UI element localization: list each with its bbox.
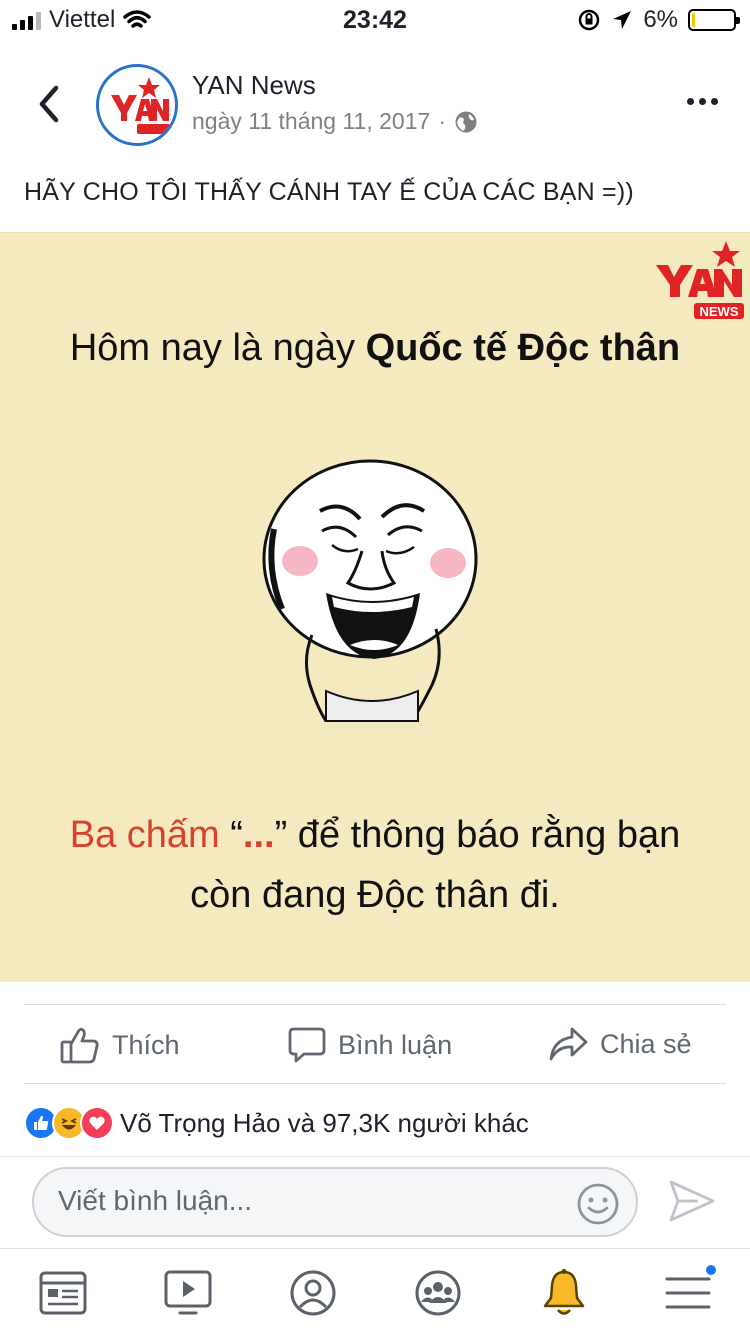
image-line-1: Ba chấm “...” để thông báo rằng bạn: [0, 805, 750, 865]
share-arrow-icon: [549, 1027, 588, 1061]
profile-icon: [290, 1270, 336, 1316]
watch-icon: [164, 1270, 212, 1315]
like-label: Thích: [112, 1029, 180, 1060]
news-feed-icon: [39, 1271, 87, 1315]
open-quote: “: [219, 814, 243, 856]
reaction-icons: [24, 1106, 114, 1140]
battery-level: [692, 13, 695, 27]
post-image[interactable]: NEWS Hôm nay là ngày Quốc tế Độc thân Ba…: [0, 232, 750, 982]
globe-icon: [455, 111, 477, 132]
more-options-icon[interactable]: [687, 98, 718, 105]
divider-bottom: [24, 1083, 726, 1084]
post-meta: ngày 11 tháng 11, 2017 ·: [192, 108, 478, 135]
battery-icon: [688, 9, 740, 31]
send-icon[interactable]: [668, 1179, 716, 1223]
back-chevron-icon[interactable]: [32, 82, 66, 126]
speech-bubble-icon: [288, 1027, 326, 1063]
emoji-icon[interactable]: [576, 1182, 620, 1226]
rotation-lock-icon: [579, 9, 600, 31]
comment-label: Bình luận: [338, 1029, 453, 1060]
notifications-tab[interactable]: [538, 1267, 590, 1319]
image-bottom-text: Ba chấm “...” để thông báo rằng bạn còn …: [0, 805, 750, 925]
like-button[interactable]: Thích: [60, 1026, 180, 1064]
news-feed-tab[interactable]: [37, 1267, 89, 1319]
yan-logo-icon: [111, 77, 171, 134]
thumbs-up-icon: [60, 1027, 99, 1064]
reactions-summary[interactable]: Võ Trọng Hảo và 97,3K người khác: [24, 1106, 529, 1140]
watch-tab[interactable]: [162, 1267, 214, 1319]
status-right: 6%: [577, 6, 740, 34]
comment-box[interactable]: [32, 1167, 638, 1237]
post-caption: HÃY CHO TÔI THẤY CÁNH TAY Ế CỦA CÁC BẠN …: [24, 178, 634, 206]
battery-percent: 6%: [643, 6, 678, 33]
bottom-navigation: [0, 1248, 750, 1334]
image-line-2: còn đang Độc thân đi.: [190, 874, 560, 916]
groups-tab[interactable]: [412, 1267, 464, 1319]
meme-face-illustration: [262, 459, 478, 722]
groups-icon: [415, 1270, 461, 1316]
status-bar: Viettel 23:42 6%: [0, 0, 750, 40]
comment-input[interactable]: [58, 1185, 558, 1217]
yan-news-watermark-icon: NEWS: [656, 241, 744, 319]
location-icon: [613, 11, 632, 29]
line-1-rest: ” để thông báo rằng bạn: [274, 814, 681, 856]
post-header: YAN News ngày 11 tháng 11, 2017 ·: [0, 60, 750, 150]
menu-tab[interactable]: [662, 1263, 718, 1319]
share-button[interactable]: Chia sẻ: [548, 1026, 692, 1062]
comment-row: [0, 1156, 750, 1248]
menu-notification-dot: [704, 1263, 718, 1277]
headline-prefix: Hôm nay là ngày: [69, 327, 366, 369]
post-actions: Thích Bình luận Chia sẻ: [0, 1004, 750, 1084]
page-name[interactable]: YAN News: [192, 70, 316, 101]
profile-tab[interactable]: [287, 1267, 339, 1319]
reactions-text: Võ Trọng Hảo và 97,3K người khác: [120, 1107, 529, 1138]
love-reaction-icon: [80, 1106, 114, 1140]
comment-button[interactable]: Bình luận: [288, 1026, 452, 1064]
red-text: Ba chấm: [69, 814, 220, 856]
menu-icon: [665, 1277, 711, 1309]
image-headline: Hôm nay là ngày Quốc tế Độc thân: [0, 327, 750, 370]
meta-separator: ·: [438, 108, 446, 134]
notifications-icon: [543, 1269, 585, 1315]
red-dots: ...: [242, 814, 275, 856]
page-avatar[interactable]: [96, 64, 178, 146]
share-label: Chia sẻ: [600, 1028, 692, 1059]
post-date[interactable]: ngày 11 tháng 11, 2017: [192, 108, 430, 135]
headline-bold: Quốc tế Độc thân: [365, 327, 681, 369]
svg-text:NEWS: NEWS: [700, 304, 739, 319]
